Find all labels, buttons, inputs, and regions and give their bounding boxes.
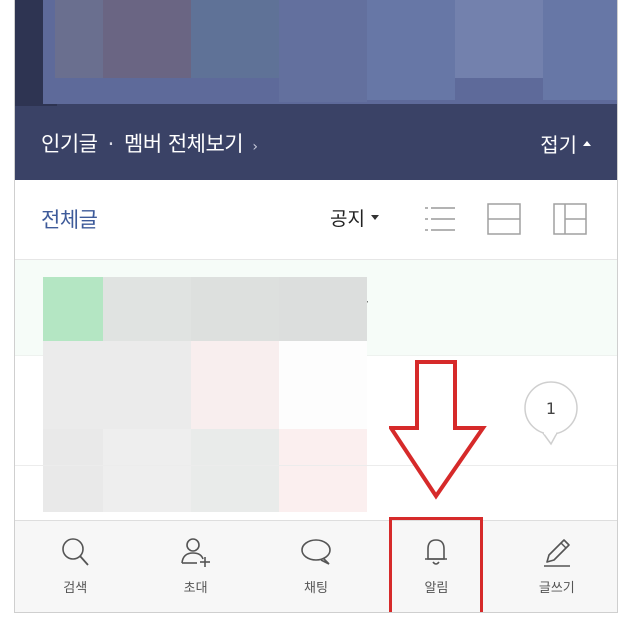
banner-bar: 인기글 · 멤버 전체보기 › 접기 [15, 106, 617, 180]
app-frame: 인기글 · 멤버 전체보기 › 접기 전체글 공지 1 검색 초대 채팅 알림 … [14, 0, 618, 613]
search-icon [62, 538, 89, 566]
nav-chat[interactable]: 채팅 [256, 521, 376, 612]
redaction-block [191, 277, 279, 341]
caret-up-icon [583, 140, 591, 146]
banner-image-block [367, 0, 455, 100]
album-view-icon[interactable] [553, 202, 587, 236]
bottom-navigation: 검색 초대 채팅 알림 글쓰기 [15, 520, 617, 612]
view-all-members-link[interactable]: 멤버 전체보기 [124, 132, 244, 156]
redaction-block [43, 277, 103, 341]
redaction-block [191, 429, 279, 512]
nav-label: 검색 [63, 581, 88, 596]
banner-image-block [543, 0, 617, 100]
comment-count: 1 [546, 399, 556, 418]
invite-user-icon [180, 538, 210, 567]
comment-count-bubble[interactable]: 1 [515, 376, 587, 448]
banner-image-block [191, 0, 279, 78]
banner-image-block [103, 0, 191, 78]
nav-label: 초대 [183, 581, 208, 596]
notice-filter-dropdown[interactable]: 공지 [330, 204, 379, 231]
notice-filter-label: 공지 [330, 208, 365, 230]
redaction-block [191, 341, 279, 429]
chat-icon [301, 539, 331, 565]
card-view-icon[interactable] [487, 202, 521, 236]
redaction-block [279, 341, 367, 429]
caret-down-icon [370, 215, 379, 220]
cafe-banner: 인기글 · 멤버 전체보기 › 접기 [15, 0, 617, 180]
banner-image-block [455, 0, 543, 78]
list-view-icon[interactable] [423, 202, 457, 236]
annotation-arrow [389, 360, 487, 500]
nav-search[interactable]: 검색 [15, 521, 135, 612]
redaction-block [279, 277, 367, 341]
pencil-icon [543, 539, 570, 567]
chevron-right-icon: › [252, 139, 258, 155]
tab-all-posts[interactable]: 전체글 [41, 204, 98, 234]
separator-dot: · [107, 132, 115, 156]
collapse-label: 접기 [540, 132, 577, 157]
redaction-block [279, 429, 367, 512]
popular-posts-link[interactable]: 인기글 [41, 132, 98, 156]
redaction-block [103, 277, 191, 341]
redaction-block [103, 429, 191, 512]
post-feed: 항 1 [15, 260, 617, 520]
nav-label: 채팅 [304, 581, 328, 596]
banner-image-block [279, 0, 367, 102]
banner-image-block [55, 0, 103, 78]
collapse-button[interactable]: 접기 [540, 129, 591, 158]
redaction-block [43, 341, 191, 429]
board-tab-row: 전체글 공지 [15, 180, 617, 260]
nav-invite[interactable]: 초대 [135, 521, 255, 612]
nav-label: 글쓰기 [538, 581, 575, 596]
row-divider [15, 465, 617, 466]
nav-write[interactable]: 글쓰기 [497, 521, 617, 612]
annotation-highlight-box [389, 517, 483, 612]
redaction-block [43, 429, 103, 512]
banner-links: 인기글 · 멤버 전체보기 › [41, 128, 258, 158]
